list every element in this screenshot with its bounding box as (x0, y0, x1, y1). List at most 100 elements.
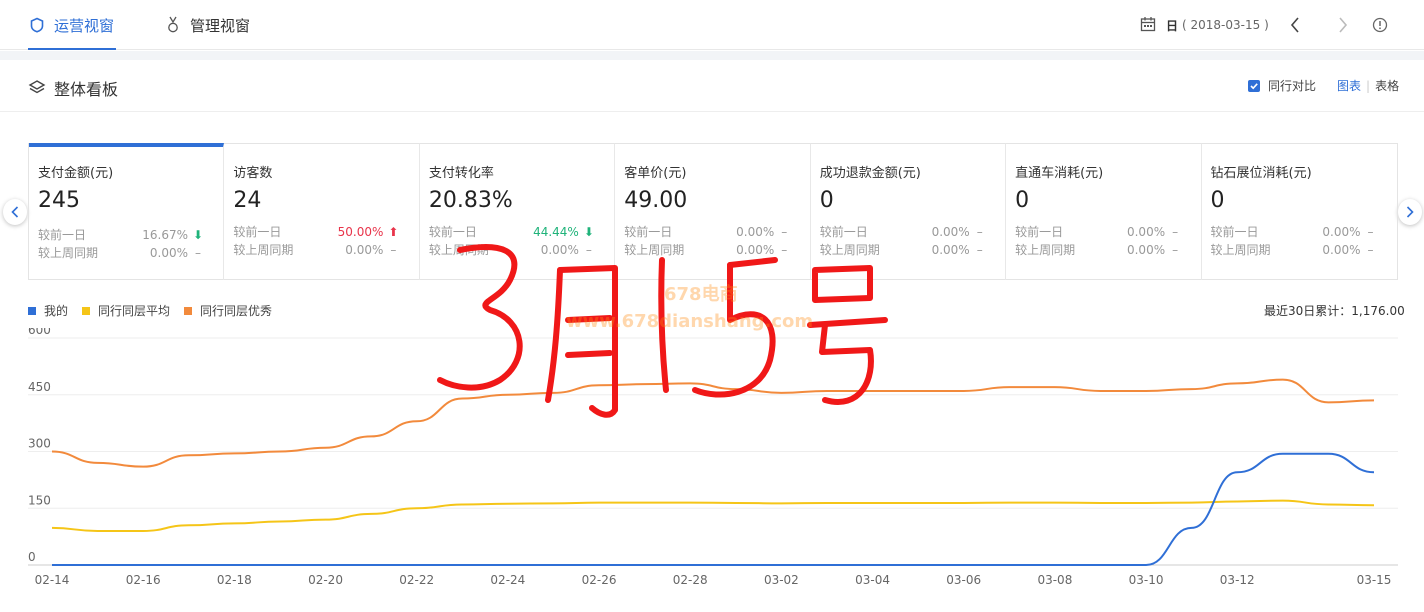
y-tick-label: 150 (28, 493, 51, 507)
kpi-day-compare: 较前一日 44.44% ⬇ (428, 224, 594, 240)
x-tick-label: 03-12 (1220, 573, 1255, 587)
chevron-right-icon (1406, 206, 1414, 218)
kpi-week-compare: 较上周同期 0.00% – (1210, 242, 1374, 258)
y-tick-label: 300 (28, 437, 51, 451)
kpi-name: 访客数 (233, 166, 273, 181)
kpi-week-change: 0.00% (149, 246, 188, 260)
kpi-day-change: 0.00% (1322, 225, 1361, 239)
chart-x-axis: 02-14 02-16 02-18 02-20 02-22 02-24 02-26 02-28… (35, 573, 1392, 587)
kpi-week-change: 0.00% (1126, 243, 1166, 257)
kpi-day-label: 较前一日 (233, 225, 282, 239)
legend-swatch (28, 306, 36, 315)
compare-toggle[interactable]: 同行对比 (1248, 77, 1316, 94)
x-tick-label: 02-18 (217, 573, 252, 587)
x-tick-label: 03-02 (764, 573, 799, 587)
kpi-week-label: 较上周同期 (38, 246, 99, 260)
kpi-value: 0 (819, 188, 834, 213)
kpi-week-compare: 较上周同期 0.00% – (233, 242, 396, 258)
kpi-name: 成功退款金额(元) (819, 166, 921, 181)
dash-icon: – (390, 243, 397, 257)
kpi-week-change: 0.00% (931, 243, 970, 257)
chart-legend: 我的 同行同层平均 同行同层优秀 (28, 302, 286, 319)
dash-icon: – (1172, 243, 1179, 257)
legend-label: 我的 (44, 304, 69, 318)
kpi-day-change: 0.00% (1126, 225, 1166, 239)
chevron-left-icon (1290, 17, 1299, 33)
kpi-name: 支付金额(元) (38, 166, 114, 181)
kpi-name: 客单价(元) (624, 166, 687, 181)
kpi-day-label: 较前一日 (428, 225, 477, 239)
legend-item-excellent[interactable]: 同行同层优秀 (184, 302, 272, 319)
section-title-label: 整体看板 (54, 80, 119, 99)
kpi-value: 0 (1015, 188, 1030, 213)
kpi-day-label: 较前一日 (1210, 225, 1259, 239)
dash-icon: – (976, 225, 983, 239)
dash-icon: – (1367, 225, 1374, 239)
tab-operations-label: 运营视窗 (54, 16, 115, 35)
kpi-day-label: 较前一日 (819, 225, 868, 239)
kpi-day-compare: 较前一日 0.00% – (624, 224, 787, 240)
tab-management-label: 管理视窗 (190, 16, 251, 35)
x-tick-label: 03-06 (946, 573, 981, 587)
y-tick-label: 600 (28, 328, 51, 337)
x-tick-label: 02-26 (582, 573, 617, 587)
kpi-week-compare: 较上周同期 0.00% – (1015, 242, 1178, 258)
medal-icon (164, 16, 182, 34)
kpi-week-change: 0.00% (1322, 243, 1361, 257)
dash-icon: – (781, 225, 788, 239)
compare-label: 同行对比 (1268, 79, 1317, 93)
x-tick-label: 03-04 (855, 573, 890, 587)
prev-day-button[interactable] (1284, 14, 1306, 36)
calendar-icon (1140, 16, 1158, 34)
kpi-card-payment-amount[interactable]: 支付金额(元) 245 较前一日 16.67% ⬇ 较上周同期 0.00% – (29, 143, 225, 280)
x-tick-label: 02-14 (35, 573, 70, 587)
kpi-week-label: 较上周同期 (233, 243, 294, 257)
tab-operations[interactable]: 运营视窗 (28, 0, 116, 50)
kpi-week-label: 较上周同期 (1210, 243, 1271, 257)
date-mode: 日 (1166, 18, 1179, 33)
kpi-card-visitors[interactable]: 访客数 24 较前一日 50.00% ⬆ 较上周同期 0.00% – (224, 143, 420, 280)
view-chart-link[interactable]: 图表 (1337, 77, 1361, 94)
legend-item-average[interactable]: 同行同层平均 (82, 302, 170, 319)
y-tick-label: 0 (28, 550, 36, 564)
checkbox-checked-icon[interactable] (1248, 79, 1260, 92)
dash-icon: – (195, 246, 201, 260)
x-tick-label: 02-16 (126, 573, 161, 587)
kpi-next-button[interactable] (1398, 199, 1422, 225)
kpi-week-change: 0.00% (345, 243, 384, 257)
kpi-week-compare: 较上周同期 0.00% – (38, 245, 201, 261)
y-tick-label: 450 (28, 380, 51, 394)
view-toggle: 图表 | 表格 (1337, 77, 1399, 94)
section-header: 整体看板 同行对比 图表 | 表格 (0, 60, 1424, 112)
divider-strip (0, 51, 1424, 60)
series-line-mine (52, 452, 1375, 566)
kpi-card-ztc-spend[interactable]: 直通车消耗(元) 0 较前一日 0.00% – 较上周同期 0.00% – (1006, 143, 1202, 280)
x-tick-label: 02-22 (399, 573, 434, 587)
legend-swatch (184, 306, 193, 315)
x-tick-label: 02-24 (490, 573, 525, 587)
kpi-value: 245 (38, 188, 80, 213)
arrow-up-icon: ⬆ (388, 225, 399, 239)
view-table-link[interactable]: 表格 (1375, 77, 1399, 94)
kpi-week-label: 较上周同期 (1015, 243, 1076, 257)
arrow-down-icon: ⬇ (192, 228, 204, 242)
date-picker[interactable]: 日 ( 2018-03-15 ) (1140, 14, 1269, 36)
tab-management[interactable]: 管理视窗 (164, 0, 254, 50)
kpi-value: 20.83% (428, 188, 513, 213)
kpi-day-change: 44.44% (533, 225, 579, 239)
dash-icon: – (1367, 243, 1374, 257)
chart-y-axis: 0 150 300 450 600 (28, 328, 51, 564)
x-tick-label: 02-20 (308, 573, 343, 587)
kpi-day-compare: 较前一日 0.00% – (819, 224, 983, 240)
next-day-button[interactable] (1332, 14, 1354, 36)
legend-item-mine[interactable]: 我的 (28, 302, 68, 319)
kpi-day-compare: 较前一日 0.00% – (1015, 224, 1178, 240)
info-button[interactable] (1369, 14, 1391, 36)
kpi-card-diamond-spend[interactable]: 钻石展位消耗(元) 0 较前一日 0.00% – 较上周同期 0.00% – (1201, 143, 1397, 280)
kpi-prev-button[interactable] (3, 199, 27, 225)
kpi-name: 钻石展位消耗(元) (1210, 166, 1312, 181)
kpi-day-compare: 较前一日 50.00% ⬆ (233, 224, 398, 240)
kpi-day-change: 16.67% (142, 228, 188, 242)
x-tick-label: 02-28 (673, 573, 708, 587)
watermark-line2: www.678dianshang.com (566, 311, 814, 332)
